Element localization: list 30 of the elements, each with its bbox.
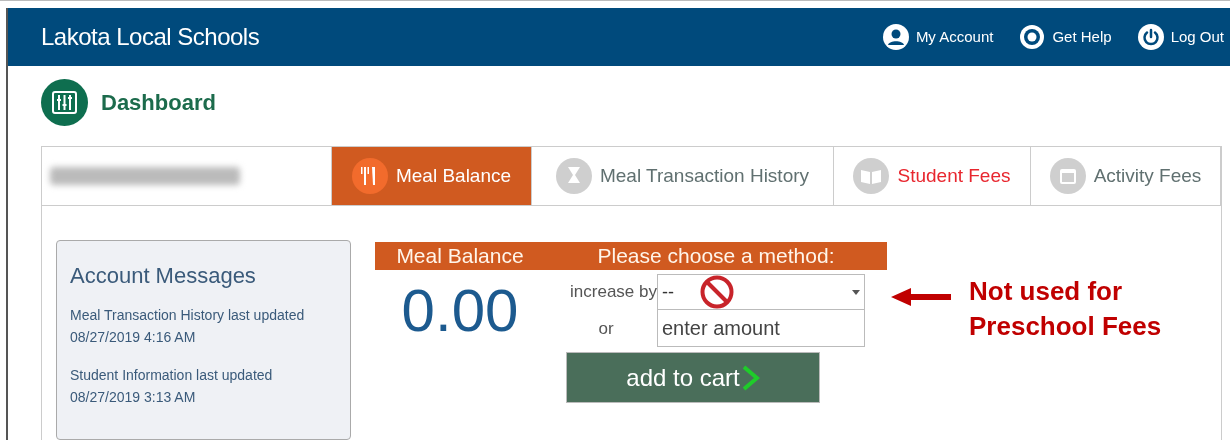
help-icon (1019, 23, 1046, 50)
balance-amount: 0.00 (401, 276, 519, 346)
user-icon (882, 23, 909, 50)
tab[interactable]: Meal Balance (332, 147, 532, 205)
message-text: Meal Transaction History last updated 08/27/2019 4:16 AM (70, 306, 306, 347)
caret-icon (852, 289, 860, 295)
add-to-cart-button[interactable]: add to cart (566, 352, 820, 403)
page-title: Dashboard (101, 88, 216, 117)
card-title: Account Messages (70, 262, 257, 290)
calendar-icon (1049, 158, 1086, 194)
sliders-icon (41, 78, 88, 126)
book-icon (853, 158, 890, 194)
amount-select[interactable]: -- (657, 274, 865, 310)
arrow-icon (889, 286, 953, 308)
amount-input[interactable]: enter amount (657, 310, 865, 347)
fork-knife-icon (351, 158, 388, 194)
message-text: Student Information last updated 08/27/2019 3:13 AM (70, 366, 274, 407)
field-label: increase by (569, 281, 657, 304)
prohibited-icon (700, 275, 734, 309)
method-heading: Please choose a method: (596, 243, 836, 270)
site-title: Lakota Local Schools (41, 21, 260, 52)
power-icon (1137, 23, 1164, 50)
header-link[interactable]: Get Help (1019, 23, 1112, 50)
header-link[interactable]: My Account (882, 23, 994, 50)
hourglass-icon (555, 158, 592, 194)
header-link[interactable]: Log Out (1137, 23, 1224, 50)
chevron-icon (741, 364, 760, 391)
field-label: or (597, 317, 615, 340)
balance-heading: Meal Balance (395, 243, 525, 270)
annotation-text: Not used for Preschool Fees (969, 275, 1163, 343)
